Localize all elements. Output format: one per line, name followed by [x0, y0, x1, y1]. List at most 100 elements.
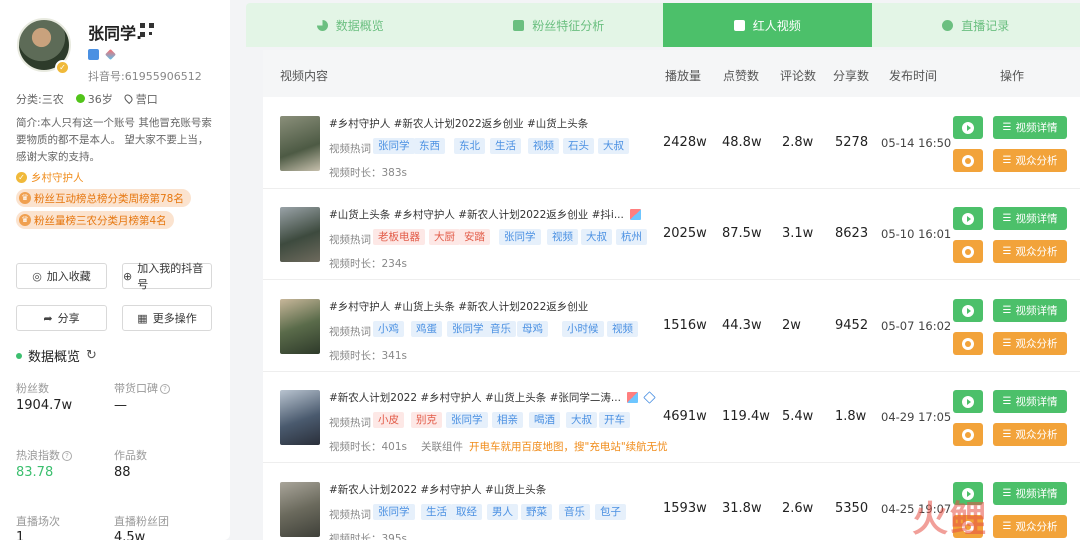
- video-thumbnail[interactable]: [280, 207, 320, 262]
- keyword-tag[interactable]: 石头: [563, 138, 594, 154]
- video-thumbnail[interactable]: [280, 482, 320, 537]
- video-shares: 1.8w: [835, 409, 867, 424]
- video-thumbnail[interactable]: [280, 299, 320, 354]
- play-button[interactable]: [953, 207, 983, 230]
- video-title[interactable]: #新农人计划2022 #乡村守护人 #山货上头条: [329, 482, 546, 497]
- keyword-tag[interactable]: 老板电器: [373, 229, 425, 245]
- video-comments: 5.4w: [782, 409, 814, 424]
- keyword-tag[interactable]: 音乐: [485, 321, 516, 337]
- keyword-tag[interactable]: 大厨: [429, 229, 460, 245]
- video-detail-button[interactable]: ☰ 视频详情: [993, 207, 1067, 230]
- keyword-tag[interactable]: 野菜: [521, 504, 552, 520]
- audience-icon-button[interactable]: [953, 149, 983, 172]
- keyword-tag[interactable]: 东西: [414, 138, 445, 154]
- video-thumbnail[interactable]: [280, 116, 320, 171]
- rank-tag-interaction[interactable]: ♛ 粉丝互动榜总榜分类周榜第78名: [16, 189, 191, 207]
- stat-value-fan-club: 4.5w: [114, 530, 146, 540]
- keyword-tag[interactable]: 小鸡: [373, 321, 404, 337]
- video-detail-button[interactable]: ☰ 视频详情: [993, 299, 1067, 322]
- keyword-tag[interactable]: 小时候: [562, 321, 604, 337]
- audience-icon-button[interactable]: [953, 423, 983, 446]
- add-my-account-button[interactable]: ⊕ 加入我的抖音号: [122, 262, 212, 291]
- keyword-tag[interactable]: 张同学: [447, 321, 489, 337]
- age-value: 36岁: [87, 93, 113, 106]
- keyword-tag[interactable]: 安踏: [459, 229, 490, 245]
- category-label: 分类:三农: [16, 93, 64, 106]
- keyword-tag[interactable]: 母鸡: [517, 321, 548, 337]
- keyword-tag[interactable]: 杭州: [616, 229, 647, 245]
- table-row: #山货上头条 #乡村守护人 #新农人计划2022返乡创业 #抖i... 视频热词老…: [263, 189, 1080, 280]
- profile-bio: 简介:本人只有这一个账号 其他冒充账号索要物质的都不是本人。 望大家不要上当，感…: [16, 117, 212, 163]
- keyword-tag[interactable]: 相亲: [492, 412, 523, 428]
- stat-label-followers: 粉丝数: [16, 382, 49, 395]
- keyword-tag[interactable]: 视频: [607, 321, 638, 337]
- keyword-tag[interactable]: 东北: [454, 138, 485, 154]
- keyword-tag[interactable]: 大叔: [566, 412, 597, 428]
- more-actions-button[interactable]: ▦ 更多操作: [122, 305, 212, 331]
- play-button[interactable]: [953, 390, 983, 413]
- col-publish-time: 发布时间: [889, 69, 938, 83]
- video-title[interactable]: #乡村守护人 #新农人计划2022返乡创业 #山货上头条: [329, 116, 588, 131]
- play-button[interactable]: [953, 299, 983, 322]
- audience-analysis-button[interactable]: ☰ 观众分析: [993, 515, 1067, 538]
- component-link[interactable]: 开电车就用百度地图，搜"充电站"续航无忧: [469, 441, 668, 453]
- keyword-tag[interactable]: 生活: [421, 504, 452, 520]
- tab-influencer-videos[interactable]: 红人视频: [663, 3, 872, 47]
- video-detail-button[interactable]: ☰ 视频详情: [993, 116, 1067, 139]
- keyword-tag[interactable]: 大叔: [598, 138, 629, 154]
- keyword-tag[interactable]: 生活: [490, 138, 521, 154]
- rank-tag-label: 粉丝量榜三农分类月榜第4名: [34, 214, 167, 227]
- favorite-icon: ◎: [32, 269, 42, 283]
- keyword-tag[interactable]: 音乐: [559, 504, 590, 520]
- help-icon[interactable]: ?: [160, 384, 170, 394]
- audience-analysis-button[interactable]: ☰ 观众分析: [993, 149, 1067, 172]
- play-icon: [962, 304, 974, 317]
- add-favorite-button[interactable]: ◎ 加入收藏: [16, 263, 107, 289]
- stat-label-text: 带货口碑: [114, 382, 158, 395]
- keyword-tag[interactable]: 张同学: [373, 504, 415, 520]
- video-thumbnail[interactable]: [280, 390, 320, 445]
- play-icon: [962, 121, 974, 134]
- stat-label-works: 作品数: [114, 449, 147, 462]
- keyword-tag[interactable]: 取经: [451, 504, 482, 520]
- keyword-tag[interactable]: 包子: [595, 504, 626, 520]
- audience-analysis-button[interactable]: ☰ 观众分析: [993, 332, 1067, 355]
- qr-code-icon[interactable]: [140, 23, 154, 37]
- keyword-tag[interactable]: 小皮: [373, 412, 404, 428]
- tab-label: 粉丝特征分析: [532, 18, 605, 33]
- col-likes: 点赞数: [723, 69, 760, 83]
- refresh-icon[interactable]: ↻: [86, 348, 97, 363]
- keyword-tag[interactable]: 男人: [487, 504, 518, 520]
- audience-analysis-button[interactable]: ☰ 观众分析: [993, 240, 1067, 263]
- share-icon: ➦: [43, 311, 53, 325]
- keyword-tag[interactable]: 视频: [528, 138, 559, 154]
- share-button[interactable]: ➦ 分享: [16, 305, 107, 331]
- tab-data-overview[interactable]: 数据概览: [246, 3, 455, 47]
- location-value: 营口: [135, 93, 158, 106]
- help-icon[interactable]: ?: [62, 451, 72, 461]
- video-detail-button[interactable]: ☰ 视频详情: [993, 390, 1067, 413]
- hot-words-label: 视频热词: [329, 509, 371, 521]
- keyword-tag[interactable]: 开车: [599, 412, 630, 428]
- rank-tag-followers[interactable]: ♛ 粉丝量榜三农分类月榜第4名: [16, 211, 174, 229]
- keyword-tag[interactable]: 别克: [411, 412, 442, 428]
- keyword-tag[interactable]: 张同学: [446, 412, 488, 428]
- tab-live-records[interactable]: 直播记录: [872, 3, 1080, 47]
- video-title[interactable]: #新农人计划2022 #乡村守护人 #山货上头条 #张同学二涛...: [329, 390, 621, 405]
- keyword-tag[interactable]: 大叔: [581, 229, 612, 245]
- audience-icon-button[interactable]: [953, 332, 983, 355]
- video-title[interactable]: #乡村守护人 #山货上头条 #新农人计划2022返乡创业: [329, 299, 588, 314]
- play-button[interactable]: [953, 116, 983, 139]
- keyword-tag[interactable]: 喝酒: [529, 412, 560, 428]
- keyword-tag[interactable]: 视频: [547, 229, 578, 245]
- video-title[interactable]: #山货上头条 #乡村守护人 #新农人计划2022返乡创业 #抖i...: [329, 207, 624, 222]
- keyword-tag[interactable]: 鸡蛋: [411, 321, 442, 337]
- keyword-tag[interactable]: 张同学: [373, 138, 415, 154]
- tab-fan-features[interactable]: 粉丝特征分析: [455, 3, 664, 47]
- video-detail-button[interactable]: ☰ 视频详情: [993, 482, 1067, 505]
- audience-icon-button[interactable]: [953, 240, 983, 263]
- keyword-tag[interactable]: 张同学: [499, 229, 541, 245]
- audience-analysis-button[interactable]: ☰ 观众分析: [993, 423, 1067, 446]
- hot-words-label: 视频热词: [329, 417, 371, 429]
- button-label: 分享: [57, 312, 80, 325]
